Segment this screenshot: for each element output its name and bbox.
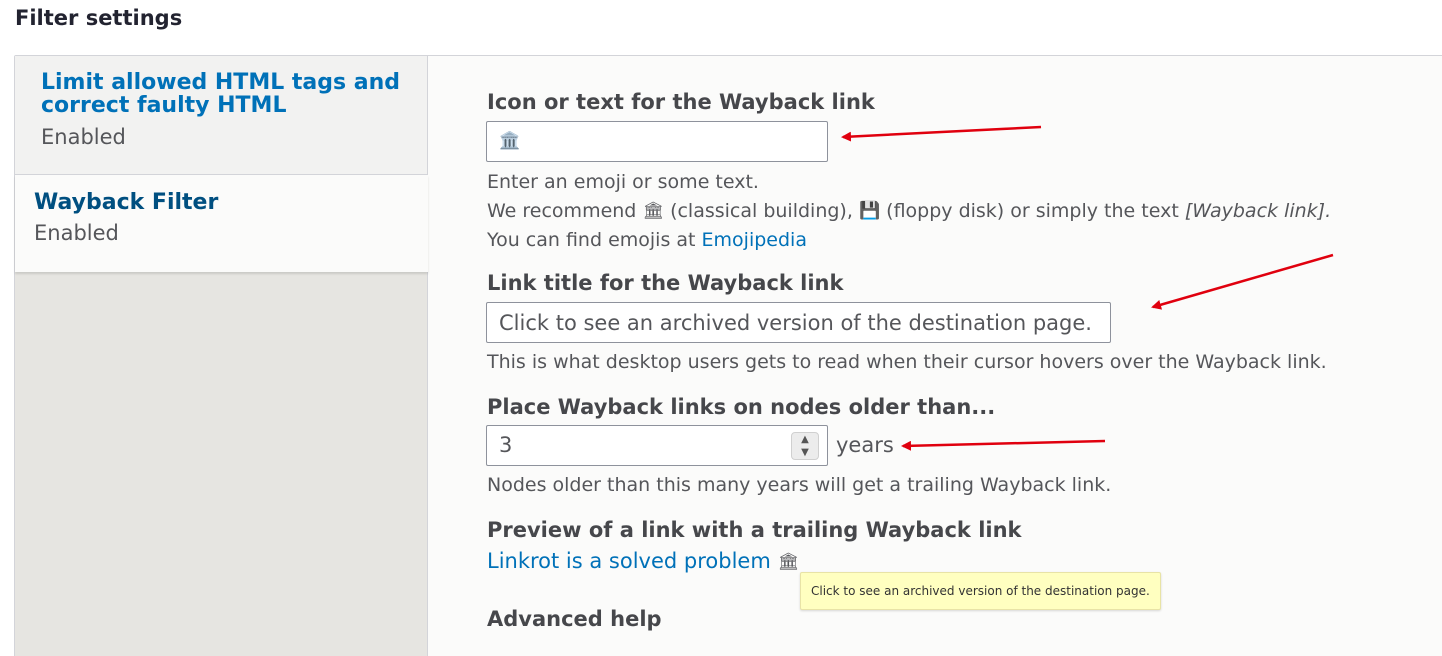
classical-building-icon[interactable]: 🏛: [778, 548, 800, 577]
vertical-tab-summary: Enabled: [34, 221, 119, 245]
years-field-label: Place Wayback links on nodes older than.…: [487, 395, 996, 419]
preview-line: Linkrot is a solved problem 🏛: [487, 547, 799, 577]
wayback-tooltip: Click to see an archived version of the …: [800, 572, 1161, 610]
icon-description-2: We recommend 🏛 (classical building), 💾 (…: [487, 197, 1331, 226]
spin-up-icon[interactable]: ▲: [792, 433, 818, 446]
floppy-disk-icon: 💾: [858, 201, 881, 221]
vertical-tab-limit-html[interactable]: Limit allowed HTML tags and correct faul…: [15, 56, 427, 175]
icon-description-3: You can find emojis at Emojipedia: [487, 229, 807, 251]
link-title-description: This is what desktop users gets to read …: [487, 351, 1327, 373]
link-title-input[interactable]: [486, 302, 1111, 343]
page-title: Filter settings: [15, 6, 183, 30]
vertical-tab-wayback-filter[interactable]: Wayback Filter Enabled: [15, 175, 428, 272]
years-number-input[interactable]: ▲ ▼: [486, 425, 828, 466]
classical-building-icon: 🏛️: [499, 131, 521, 151]
link-title-field-label: Link title for the Wayback link: [487, 271, 844, 295]
preview-label: Preview of a link with a trailing Waybac…: [487, 518, 1022, 542]
classical-building-icon: 🏛: [642, 201, 665, 221]
vertical-tab-title[interactable]: Wayback Filter: [34, 191, 218, 214]
vertical-tab-summary: Enabled: [41, 125, 126, 149]
emojipedia-link[interactable]: Emojipedia: [702, 229, 807, 251]
advanced-help-label: Advanced help: [487, 607, 662, 631]
years-input[interactable]: [487, 426, 801, 464]
icon-field-label: Icon or text for the Wayback link: [487, 90, 875, 114]
icon-input[interactable]: 🏛️: [486, 121, 828, 162]
vertical-tabs-menu: Limit allowed HTML tags and correct faul…: [15, 56, 428, 656]
years-description: Nodes older than this many years will ge…: [487, 474, 1112, 496]
years-suffix: years: [836, 433, 894, 457]
icon-description-1: Enter an emoji or some text.: [487, 171, 759, 193]
number-spinner[interactable]: ▲ ▼: [791, 432, 819, 460]
spin-down-icon[interactable]: ▼: [792, 446, 818, 459]
preview-link[interactable]: Linkrot is a solved problem: [487, 549, 771, 573]
vertical-tab-title[interactable]: Limit allowed HTML tags and correct faul…: [41, 71, 401, 117]
